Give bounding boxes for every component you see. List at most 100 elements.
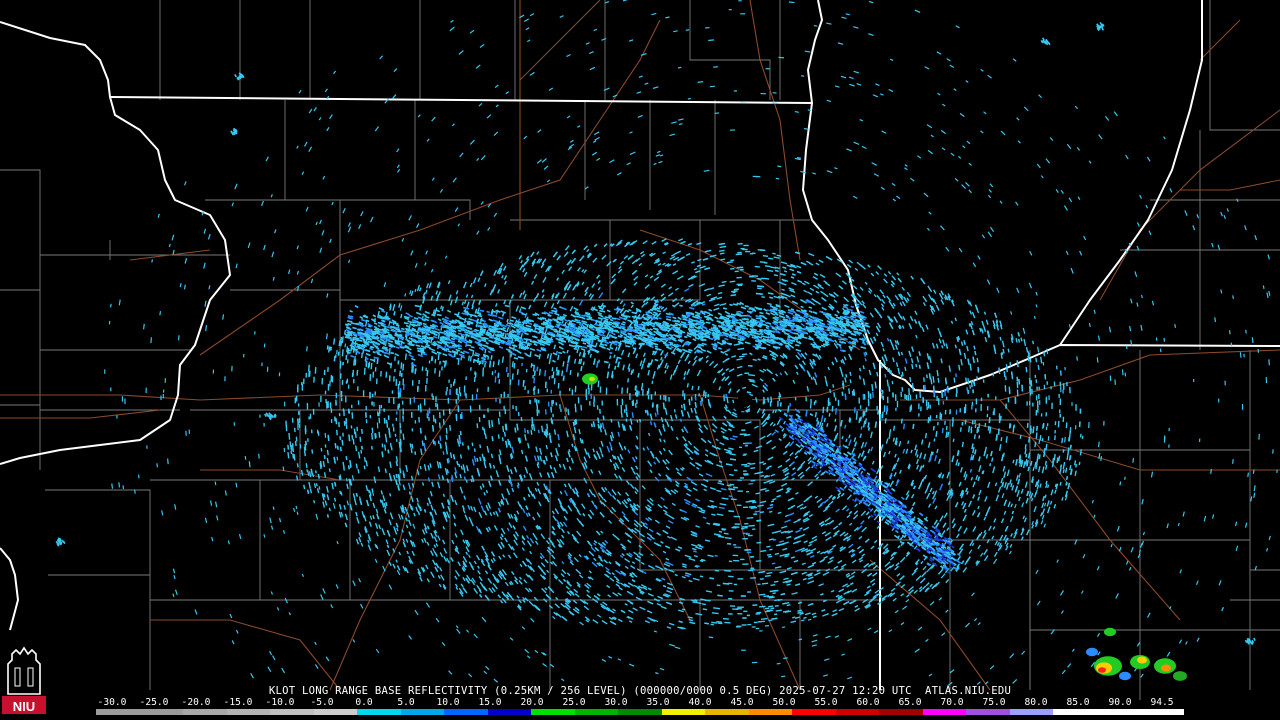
echo-pixel bbox=[634, 392, 637, 396]
echo-pixel bbox=[955, 393, 958, 397]
echo-pixel bbox=[523, 380, 525, 384]
echo-pixel bbox=[881, 392, 883, 399]
echo-pixel bbox=[507, 393, 509, 398]
echo-pixel bbox=[546, 388, 549, 393]
echo-pixel bbox=[749, 275, 754, 278]
echo-pixel bbox=[1040, 413, 1043, 417]
echo-pixel bbox=[455, 388, 458, 394]
echo-pixel bbox=[532, 387, 535, 392]
echo-pixel bbox=[487, 408, 489, 413]
echo-pixel bbox=[425, 367, 427, 372]
echo-pixel bbox=[324, 390, 327, 395]
echo-pixel bbox=[987, 393, 989, 398]
echo-pixel bbox=[312, 408, 315, 415]
echo-pixel bbox=[448, 408, 451, 415]
echo-pixel bbox=[327, 401, 329, 408]
echo-pixel bbox=[309, 413, 312, 419]
echo-pixel bbox=[742, 538, 748, 540]
echo-pixel bbox=[301, 382, 303, 386]
echo-pixel bbox=[376, 411, 379, 417]
echo-pixel bbox=[980, 404, 982, 411]
echo-pixel bbox=[737, 606, 744, 608]
echo-pixel bbox=[1032, 402, 1034, 407]
echo-pixel bbox=[341, 397, 343, 402]
echo-pixel bbox=[402, 378, 405, 386]
echo-pixel bbox=[742, 248, 748, 251]
echo-pixel bbox=[348, 408, 350, 414]
echo-pixel bbox=[933, 391, 936, 396]
echo-pixel bbox=[881, 389, 884, 394]
echo-pixel bbox=[910, 404, 913, 411]
echo-pixel bbox=[294, 427, 296, 433]
echo-pixel bbox=[740, 558, 745, 561]
echo-pixel bbox=[728, 590, 734, 592]
echo-pixel bbox=[465, 393, 467, 399]
echo-pixel bbox=[503, 391, 505, 398]
echo-pixel bbox=[550, 389, 553, 394]
echo-pixel bbox=[585, 388, 588, 394]
echo-pixel bbox=[380, 404, 383, 409]
echo-pixel bbox=[376, 378, 378, 385]
echo-pixel bbox=[330, 419, 333, 423]
echo-pixel bbox=[927, 401, 930, 409]
echo-pixel bbox=[935, 414, 938, 419]
echo-pixel bbox=[418, 379, 420, 385]
echo-pixel bbox=[732, 608, 739, 610]
echo-pixel bbox=[571, 389, 574, 396]
echo-pixel bbox=[369, 415, 372, 419]
echo-pixel bbox=[335, 392, 338, 399]
echo-pixel bbox=[446, 386, 448, 392]
echo-pixel bbox=[621, 398, 624, 406]
echo-pixel bbox=[967, 389, 969, 395]
echo-pixel bbox=[483, 414, 485, 418]
echo-pixel bbox=[1005, 403, 1007, 409]
echo-pixel bbox=[455, 399, 457, 404]
echo-pixel bbox=[402, 408, 404, 415]
echo-pixel bbox=[387, 415, 390, 420]
echo-pixel bbox=[757, 583, 761, 586]
echo-pixel bbox=[915, 394, 918, 399]
echo-pixel bbox=[955, 409, 958, 415]
echo-pixel bbox=[423, 398, 426, 406]
echo-pixel bbox=[736, 504, 742, 507]
echo-pixel bbox=[428, 407, 431, 414]
echo-pixel bbox=[753, 621, 758, 624]
echo-pixel bbox=[457, 405, 460, 413]
echo-pixel bbox=[397, 384, 400, 390]
echo-pixel bbox=[868, 401, 870, 407]
echo-pixel bbox=[326, 401, 328, 409]
echo-pixel bbox=[538, 409, 540, 414]
echo-pixel bbox=[986, 413, 989, 418]
echo-pixel bbox=[659, 395, 662, 400]
echo-pixel bbox=[980, 397, 983, 402]
echo-pixel bbox=[346, 378, 349, 383]
echo-pixel bbox=[752, 528, 756, 531]
echo-pixel bbox=[982, 379, 985, 383]
echo-pixel bbox=[1075, 404, 1077, 411]
echo-pixel bbox=[559, 404, 561, 409]
echo-pixel bbox=[737, 479, 742, 481]
echo-pixel bbox=[926, 406, 928, 410]
map-background bbox=[0, 0, 1280, 720]
echo-pixel bbox=[445, 391, 447, 396]
echo-pixel bbox=[743, 244, 749, 247]
echo-pixel bbox=[638, 391, 640, 395]
echo-pixel bbox=[745, 250, 751, 253]
echo-pixel bbox=[372, 393, 374, 397]
echo-pixel bbox=[747, 591, 752, 593]
echo-pixel bbox=[601, 400, 603, 406]
echo-pixel bbox=[378, 408, 381, 414]
echo-pixel bbox=[335, 399, 337, 405]
echo-pixel bbox=[343, 410, 345, 417]
echo-pixel bbox=[883, 405, 886, 412]
echo-pixel bbox=[745, 549, 752, 551]
echo-pixel bbox=[399, 388, 402, 393]
echo-pixel bbox=[605, 387, 608, 395]
echo-pixel bbox=[1059, 398, 1061, 406]
echo-pixel bbox=[353, 378, 355, 384]
echo-pixel bbox=[560, 408, 562, 412]
echo-pixel bbox=[900, 391, 903, 397]
echo-pixel bbox=[744, 474, 749, 476]
echo-pixel bbox=[1058, 393, 1060, 398]
echo-pixel bbox=[740, 268, 744, 271]
